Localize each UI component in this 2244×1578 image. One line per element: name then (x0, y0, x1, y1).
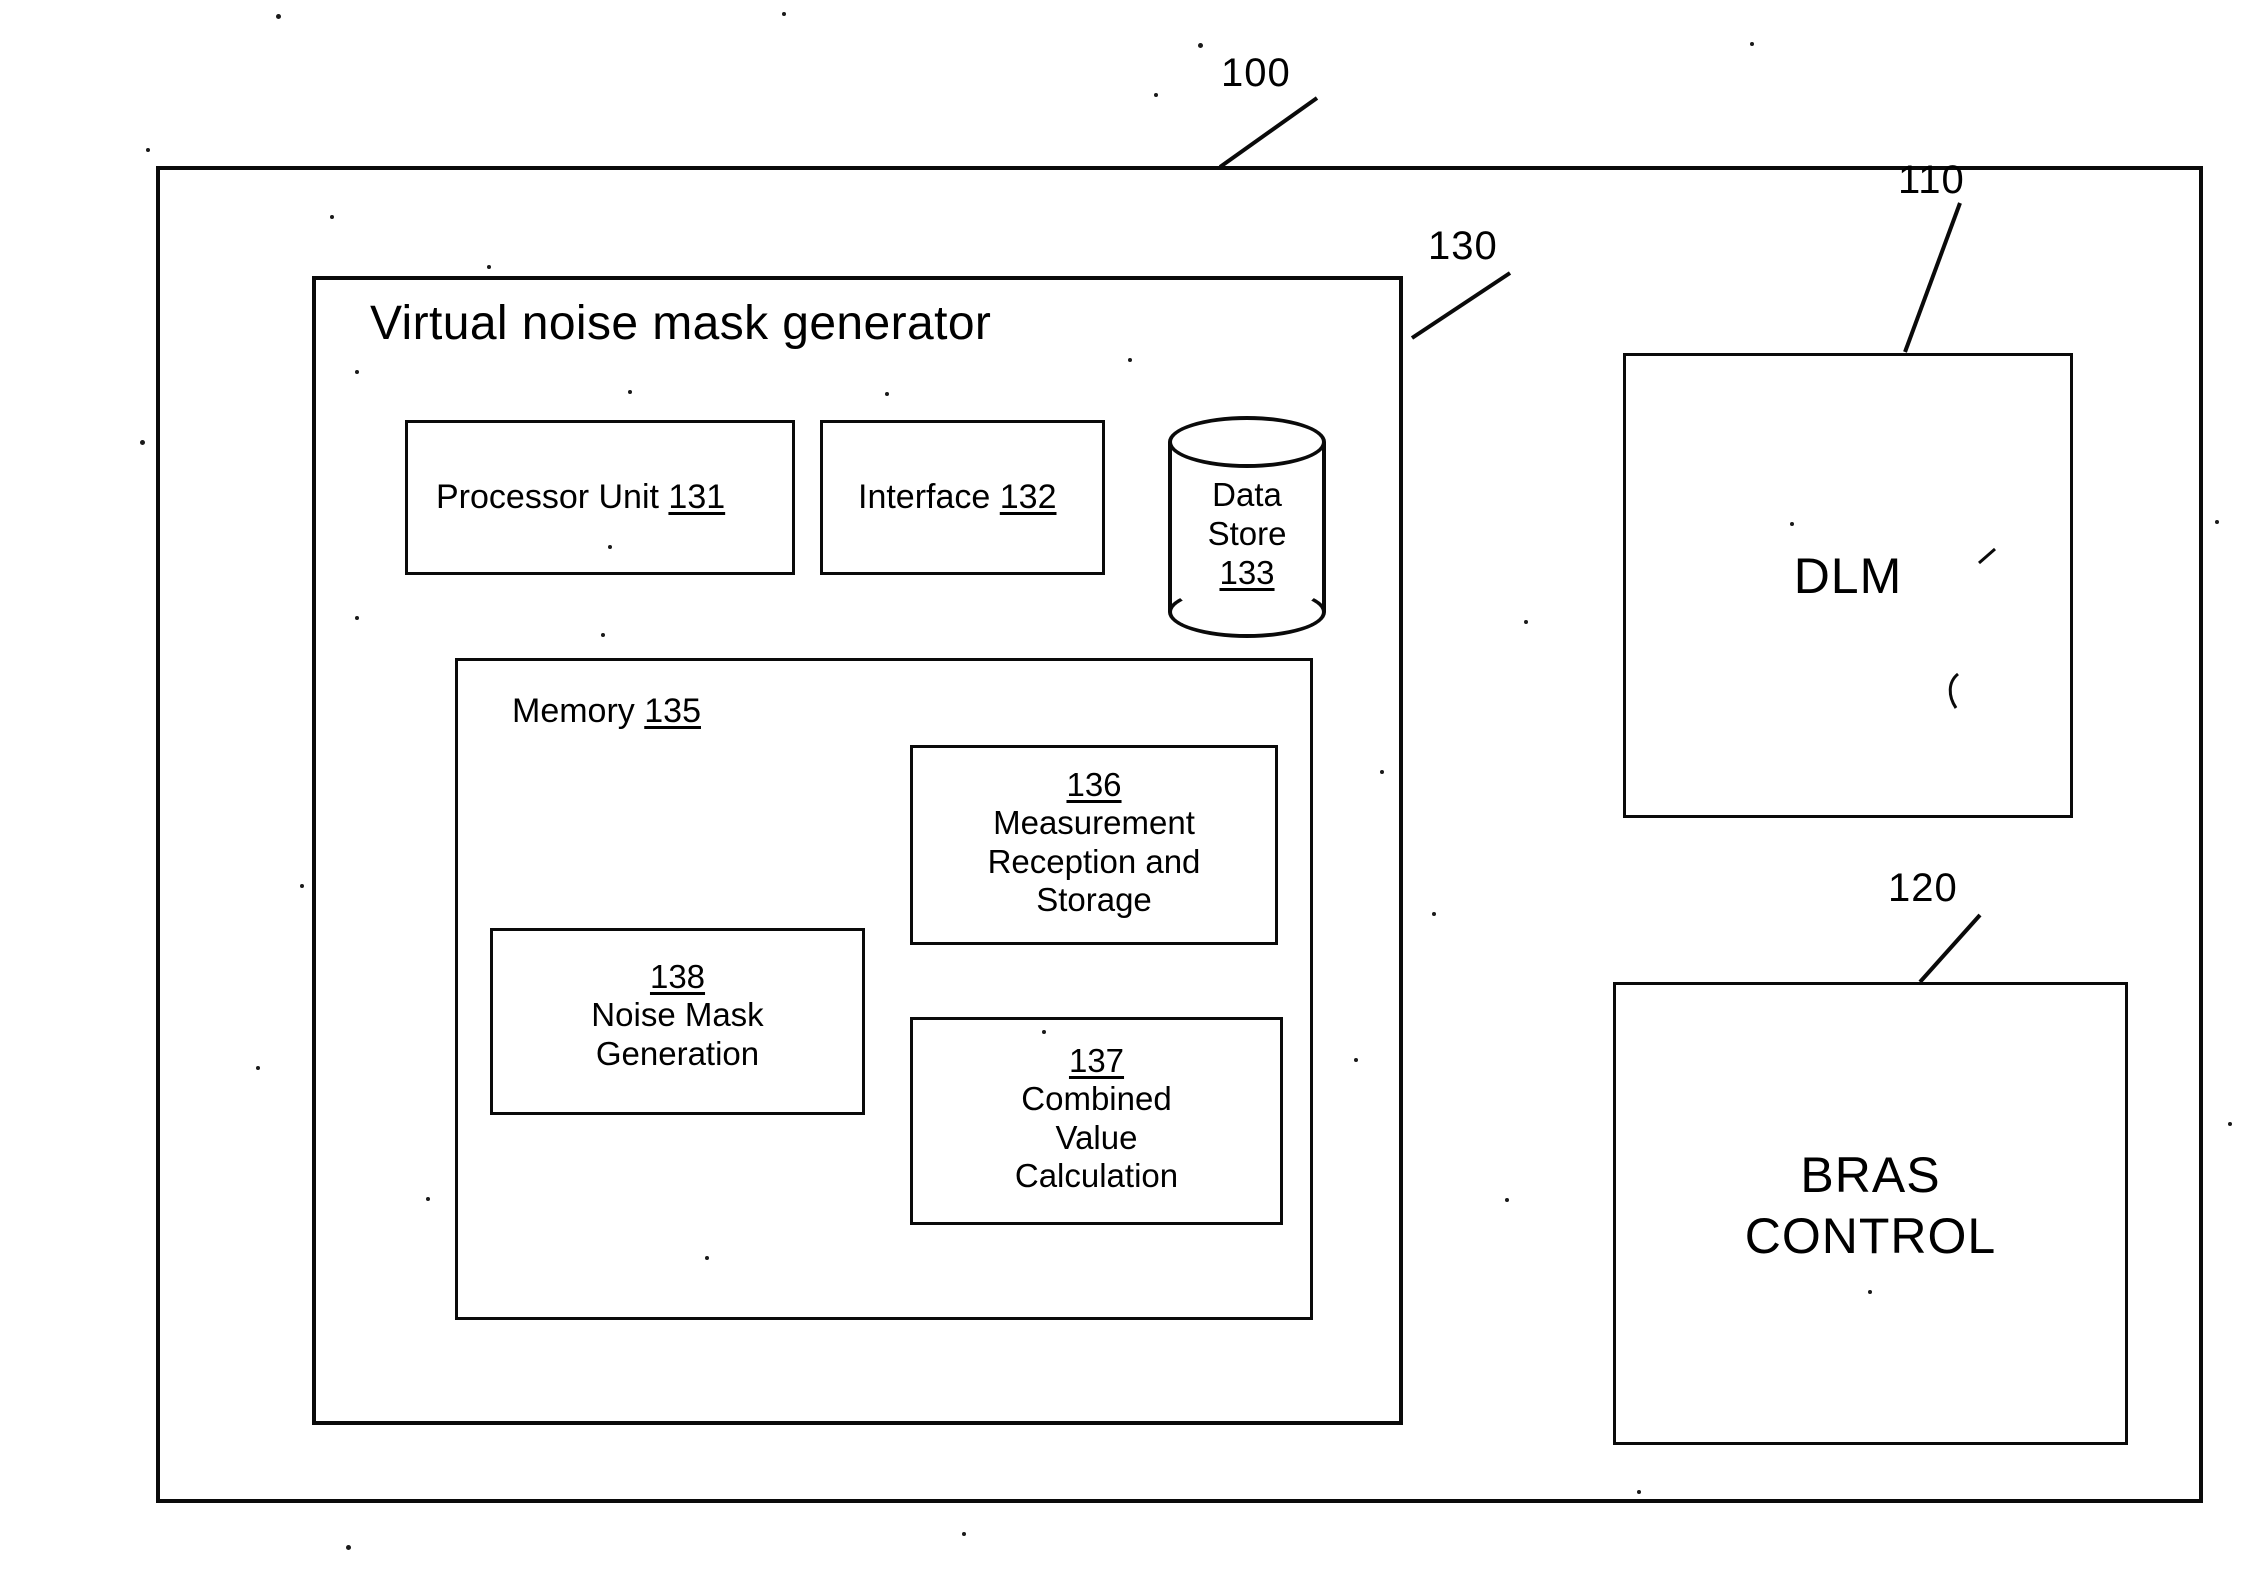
interface-ref: 132 (999, 478, 1057, 516)
bras-control-label: BRAS CONTROL (1616, 1145, 2125, 1267)
measurement-reception-storage-box: 136 Measurement Reception and Storage (910, 745, 1278, 945)
cylinder-top-ellipse (1168, 416, 1326, 468)
scan-speck (2228, 1122, 2232, 1126)
module-137-text: 137 Combined Value Calculation (913, 1042, 1280, 1195)
module-138-text: 138 Noise Mask Generation (493, 958, 862, 1073)
interface-label: Interface 132 (858, 478, 1057, 517)
ref-label-120: 120 (1888, 866, 1958, 910)
module-138-line2: Generation (595, 1034, 760, 1072)
module-138-line1: Noise Mask (591, 996, 764, 1034)
cylinder-bottom-ellipse (1168, 586, 1326, 638)
data-store-ref: 133 (1219, 553, 1275, 591)
scan-speck (2215, 520, 2219, 524)
scan-speck (146, 148, 150, 152)
interface-text: Interface (858, 478, 991, 516)
module-136-ref: 136 (1066, 766, 1122, 803)
processor-unit-text: Processor Unit (436, 478, 659, 516)
dlm-box: DLM (1623, 353, 2073, 818)
ref-label-110: 110 (1898, 158, 1965, 202)
noise-mask-generation-box: 138 Noise Mask Generation (490, 928, 865, 1115)
data-store-label: Data Store 133 (1168, 476, 1326, 593)
scan-speck (346, 1545, 351, 1550)
module-136-text: 136 Measurement Reception and Storage (913, 766, 1275, 919)
leader-line-100 (1218, 96, 1319, 169)
scan-speck (1198, 43, 1203, 48)
memory-ref: 135 (644, 692, 701, 730)
scan-speck (962, 1532, 966, 1536)
scan-speck (140, 440, 145, 445)
module-137-line3: Calculation (1014, 1156, 1179, 1194)
module-137-line1: Combined (1021, 1080, 1172, 1118)
module-136-line3: Storage (1036, 880, 1152, 918)
scan-speck (782, 12, 786, 16)
scan-speck (1154, 93, 1158, 97)
module-137-line2: Value (1055, 1118, 1138, 1156)
bras-control-box: BRAS CONTROL (1613, 982, 2128, 1445)
processor-unit-ref: 131 (668, 478, 726, 516)
module-136-line2: Reception and (987, 842, 1201, 880)
module-137-ref: 137 (1068, 1042, 1125, 1079)
scan-speck (276, 14, 281, 19)
bras-line1: BRAS (1800, 1147, 1941, 1203)
module-136-line1: Measurement (993, 804, 1195, 842)
patent-figure-sheet: 100 130 Virtual noise mask generator Pro… (0, 0, 2244, 1578)
data-store-line1: Data (1212, 476, 1282, 513)
generator-title: Virtual noise mask generator (370, 297, 992, 350)
module-138-ref: 138 (649, 958, 706, 995)
memory-label: Memory 135 (512, 692, 701, 731)
memory-text: Memory (512, 692, 635, 730)
processor-unit-label: Processor Unit 131 (436, 478, 725, 517)
data-store-cylinder: Data Store 133 (1168, 416, 1326, 638)
data-store-line2: Store (1207, 514, 1287, 552)
combined-value-calculation-box: 137 Combined Value Calculation (910, 1017, 1283, 1225)
scan-speck (1750, 42, 1754, 46)
dlm-label: DLM (1793, 548, 1903, 604)
ref-label-100: 100 (1221, 51, 1291, 95)
bras-line2: CONTROL (1744, 1208, 1997, 1264)
ref-label-130: 130 (1428, 224, 1498, 268)
